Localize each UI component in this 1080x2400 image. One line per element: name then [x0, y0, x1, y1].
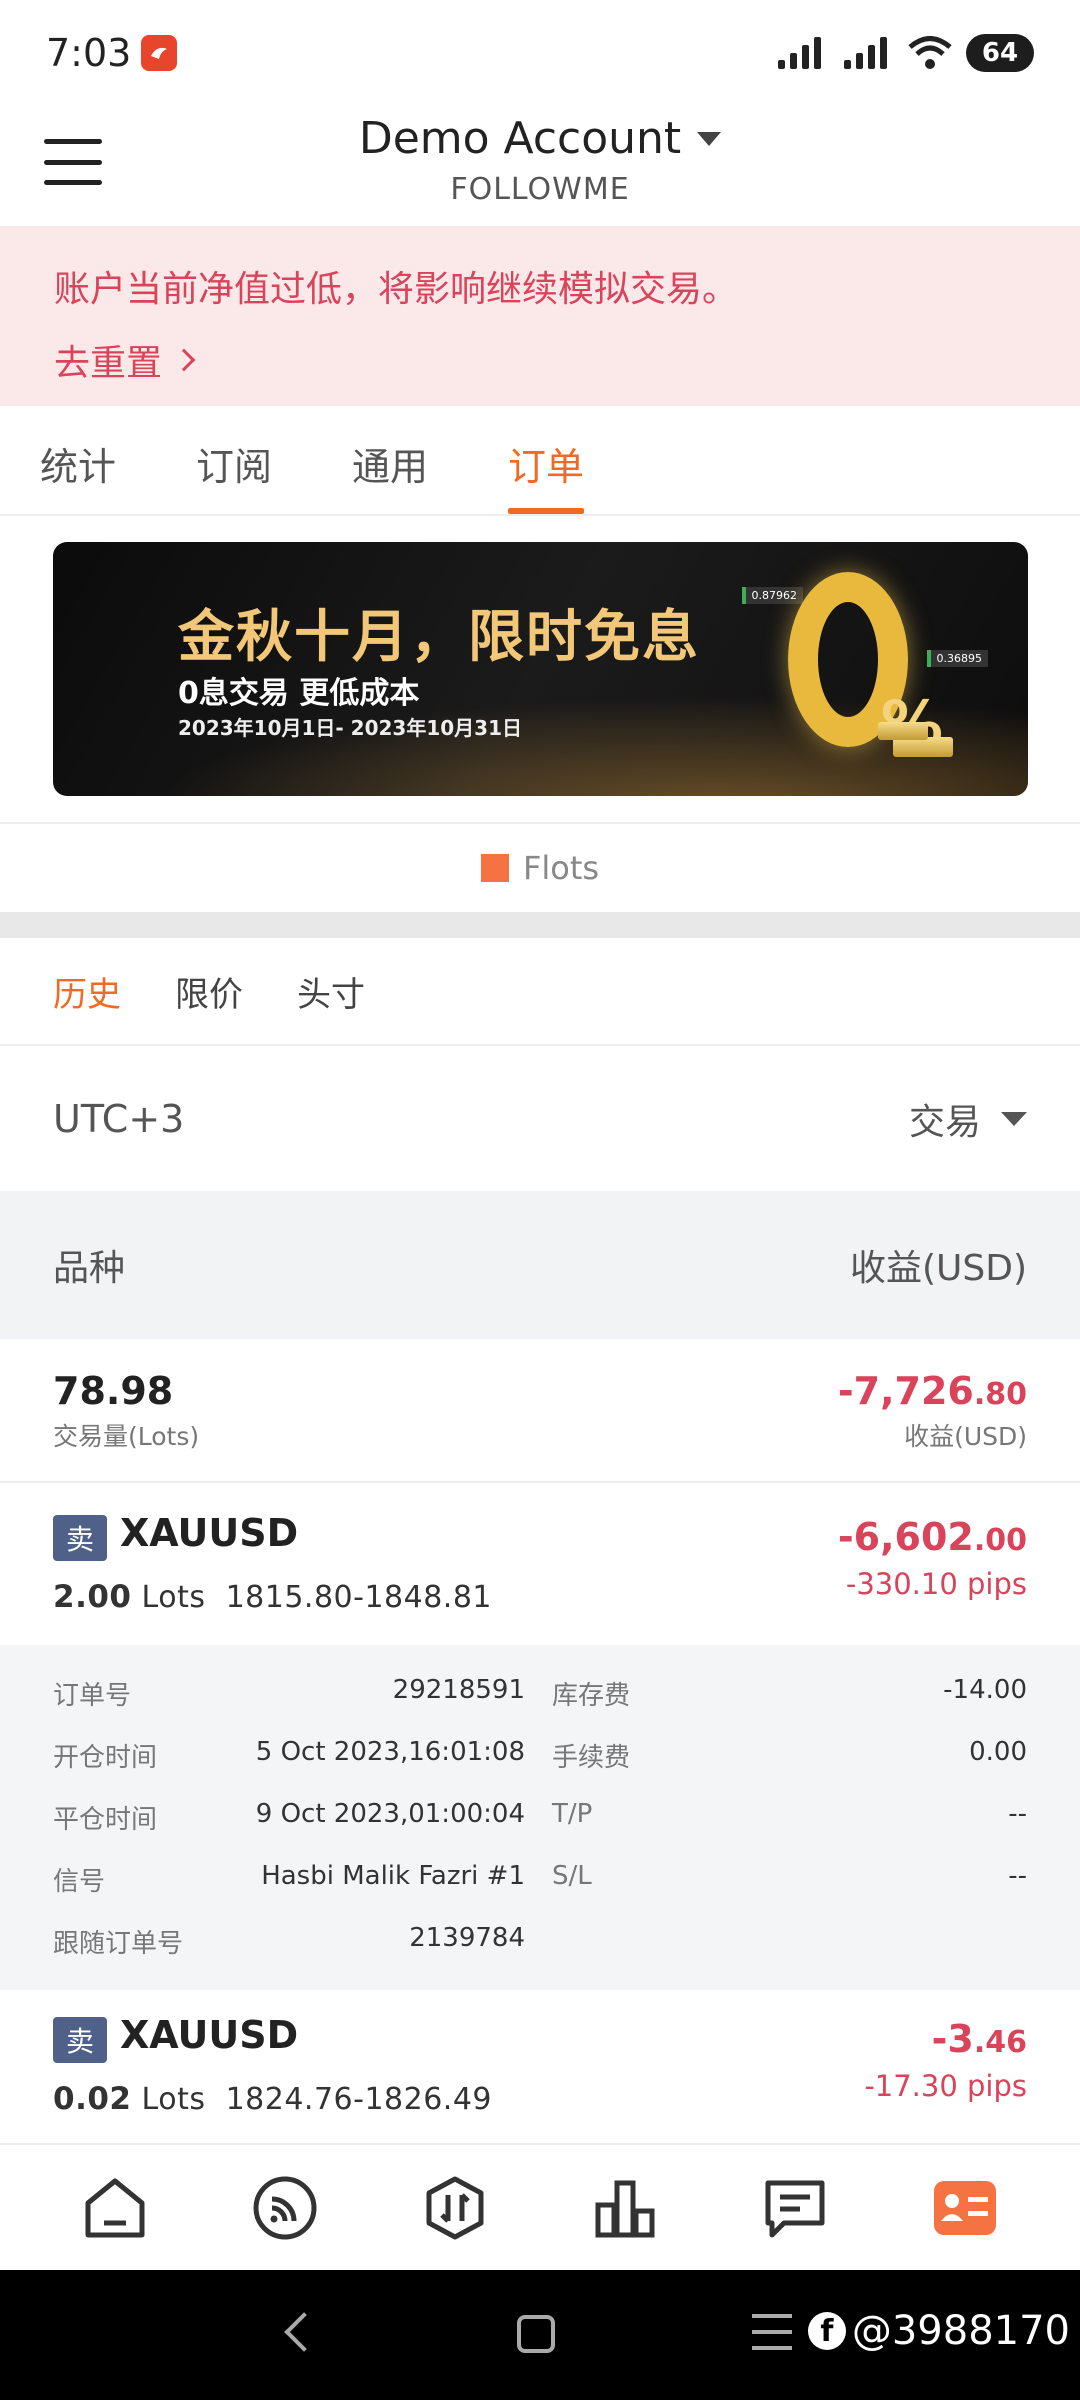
order-symbol: XAUUSD [120, 2013, 299, 2057]
trade-type-label: 交易 [908, 1101, 981, 1143]
tp-value: -- [1008, 1799, 1027, 1829]
order-number: 29218591 [392, 1675, 525, 1705]
banner-title: 金秋十月，限时免息 [178, 604, 700, 670]
caret-down-icon [697, 131, 722, 146]
banner-subtitle: 0息交易 更低成本 [178, 676, 420, 711]
chevron-right-icon [172, 348, 196, 372]
tab-history[interactable]: 历史 [53, 967, 121, 1016]
total-volume: 78.98 [53, 1369, 174, 1413]
tab-limit[interactable]: 限价 [175, 967, 243, 1016]
order-pips: -17.30 pips [864, 2069, 1027, 2103]
banner-price-tag: 0.87962 [741, 587, 803, 604]
legend-swatch [480, 854, 509, 882]
gold-bar-graphic [878, 722, 928, 740]
low-equity-warning: 账户当前净值过低，将影响继续模拟交易。 去重置 [0, 226, 1080, 406]
timezone-selector[interactable]: UTC+3 [53, 1097, 184, 1141]
column-symbol: 品种 [53, 1248, 126, 1289]
status-bar: 7:03 64 [0, 0, 1080, 105]
banner-price-tag: 0.36895 [926, 650, 988, 667]
detail-label: 信号 [53, 1867, 106, 1897]
cellular-signal-2-icon [844, 36, 887, 69]
total-volume-caption: 交易量(Lots) [53, 1422, 200, 1451]
order-pips: -330.10 pips [845, 1567, 1027, 1601]
account-selector[interactable]: Demo Account [358, 113, 722, 164]
signal-icon[interactable] [240, 2163, 330, 2253]
close-time: 9 Oct 2023,01:00:04 [255, 1799, 525, 1829]
warning-text: 账户当前净值过低，将影响继续模拟交易。 [54, 269, 739, 310]
notification-app-icon [141, 34, 178, 71]
recents-icon[interactable] [752, 2314, 792, 2350]
detail-label: 开仓时间 [53, 1743, 158, 1773]
detail-label: 手续费 [552, 1743, 631, 1773]
account-subtitle: FOLLOWME [450, 172, 630, 207]
sell-badge: 卖 [53, 2017, 107, 2063]
gold-bar-graphic [893, 737, 953, 757]
detail-label: 库存费 [552, 1681, 631, 1711]
system-navigation-bar: f @3988170 [0, 2270, 1080, 2400]
app-header: Demo Account FOLLOWME [0, 105, 1080, 225]
home-icon[interactable] [70, 2163, 160, 2253]
detail-label: 订单号 [53, 1681, 132, 1711]
tab-positions[interactable]: 头寸 [297, 967, 365, 1016]
reset-link-label: 去重置 [54, 343, 163, 384]
battery-indicator: 64 [966, 33, 1034, 72]
order-lots-prices: 0.02 Lots 1824.76-1826.49 [53, 2081, 493, 2117]
sl-value: -- [1008, 1861, 1027, 1891]
total-profit-caption: 收益(USD) [904, 1422, 1027, 1451]
chart-legend: Flots [0, 822, 1080, 912]
order-lots-prices: 2.00 Lots 1815.80-1848.81 [53, 1579, 493, 1615]
back-icon[interactable] [284, 2312, 324, 2352]
promo-banner[interactable]: 金秋十月，限时免息 0息交易 更低成本 2023年10月1日- 2023年10月… [53, 542, 1028, 796]
order-sub-tabs: 历史 限价 头寸 [0, 938, 1080, 1046]
status-time: 7:03 [46, 30, 132, 75]
total-profit: -7,726.80 [837, 1369, 1027, 1413]
tab-statistics[interactable]: 统计 [40, 406, 116, 514]
banner-date: 2023年10月1日- 2023年10月31日 [178, 716, 523, 740]
facebook-icon: f [807, 2312, 846, 2350]
fee-value: 0.00 [969, 1737, 1027, 1767]
order-profit: -6,602.00 [837, 1515, 1027, 1559]
caret-down-icon [1001, 1111, 1027, 1126]
tab-orders[interactable]: 订单 [508, 406, 585, 514]
detail-label: 跟随订单号 [53, 1929, 184, 1959]
tab-subscription[interactable]: 订阅 [196, 406, 272, 514]
swap-value: -14.00 [943, 1675, 1027, 1705]
watermark-text: @3988170 [851, 2308, 1070, 2354]
signal-name[interactable]: Hasbi Malik Fazri #1 [261, 1861, 525, 1891]
bottom-navigation [0, 2143, 1080, 2270]
trade-type-dropdown[interactable]: 交易 [909, 1093, 1027, 1145]
profile-card-icon[interactable] [920, 2163, 1010, 2253]
account-title: Demo Account [358, 113, 682, 164]
wifi-icon [908, 35, 952, 69]
chart-icon[interactable] [580, 2163, 670, 2253]
filter-row: UTC+3 交易 [0, 1046, 1080, 1191]
home-button-icon[interactable] [517, 2315, 555, 2353]
legend-label: Flots [522, 849, 600, 887]
order-profit: -3.46 [931, 2017, 1027, 2061]
section-divider [0, 912, 1080, 938]
trade-icon[interactable] [410, 2163, 500, 2253]
watermark: f @3988170 [807, 2308, 1070, 2354]
summary-row: 78.98 交易量(Lots) -7,726.80 收益(USD) [0, 1339, 1080, 1483]
detail-label: 平仓时间 [53, 1805, 158, 1835]
open-time: 5 Oct 2023,16:01:08 [255, 1737, 525, 1767]
detail-label: S/L [552, 1861, 592, 1891]
sell-badge: 卖 [53, 1515, 107, 1561]
order-symbol: XAUUSD [120, 1511, 299, 1555]
cellular-signal-icon [778, 36, 821, 69]
tab-general[interactable]: 通用 [352, 406, 428, 514]
order-details: 订单号 29218591 库存费 -14.00 开仓时间 5 Oct 2023,… [0, 1645, 1080, 1990]
message-icon[interactable] [750, 2163, 840, 2253]
main-tabs: 统计 订阅 通用 订单 [0, 406, 1080, 516]
reset-link[interactable]: 去重置 [54, 334, 196, 386]
order-item[interactable]: 卖 XAUUSD 0.02 Lots 1824.76-1826.49 -3.46… [0, 1987, 1080, 2147]
detail-label: T/P [552, 1799, 593, 1829]
follow-order-number: 2139784 [409, 1923, 525, 1953]
table-header: 品种 收益(USD) [0, 1191, 1080, 1339]
column-profit: 收益(USD) [849, 1248, 1027, 1289]
order-item[interactable]: 卖 XAUUSD 2.00 Lots 1815.80-1848.81 -6,60… [0, 1485, 1080, 1990]
